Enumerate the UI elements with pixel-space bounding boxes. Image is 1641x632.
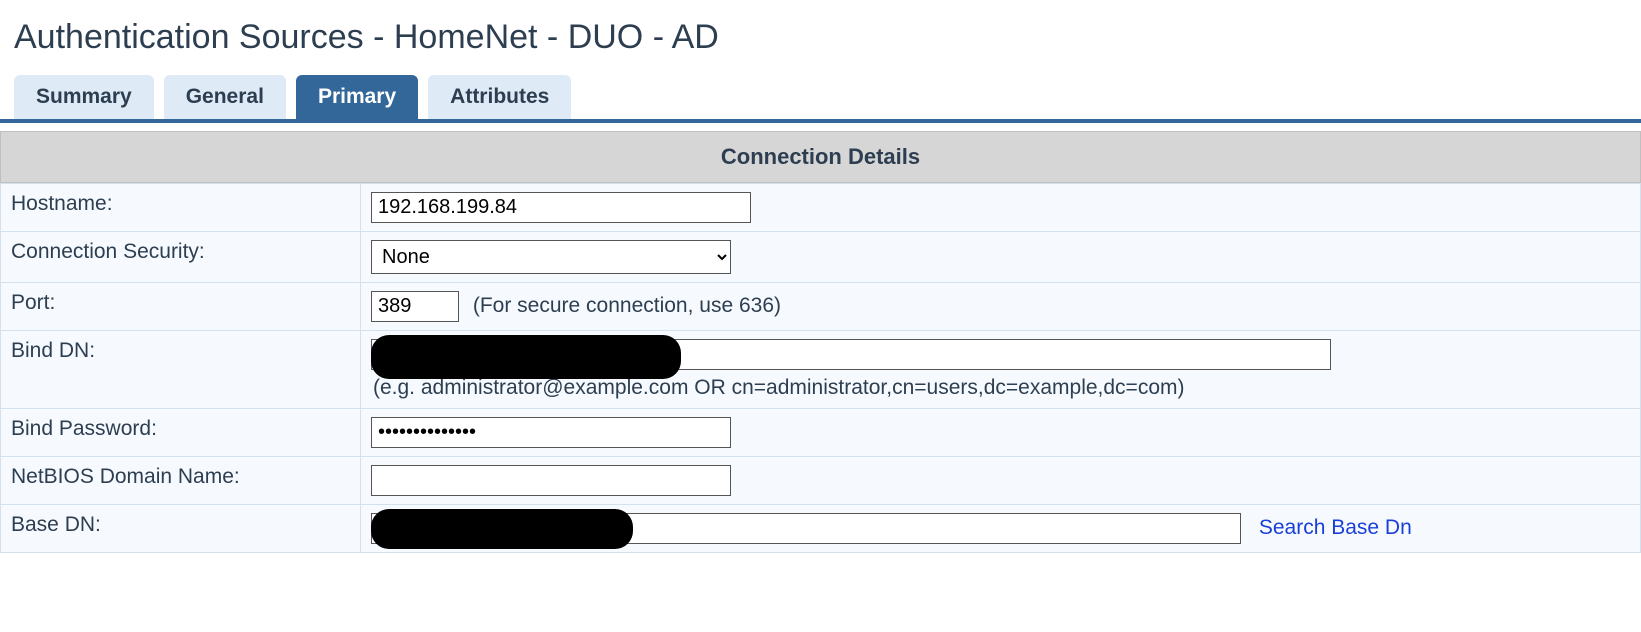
bind-dn-label: Bind DN: [1, 331, 361, 409]
redacted-bind-dn [371, 335, 681, 379]
base-dn-label: Base DN: [1, 505, 361, 553]
hostname-input[interactable] [371, 192, 751, 223]
tabs: Summary General Primary Attributes [0, 75, 1641, 123]
tab-general[interactable]: General [164, 75, 286, 119]
redacted-base-dn [371, 509, 633, 549]
section-header-connection-details: Connection Details [0, 131, 1641, 183]
connection-details-table: Hostname: Connection Security: None Port… [0, 183, 1641, 553]
tab-attributes[interactable]: Attributes [428, 75, 571, 119]
search-base-dn-link[interactable]: Search Base Dn [1259, 516, 1412, 539]
netbios-input[interactable] [371, 465, 731, 496]
netbios-label: NetBIOS Domain Name: [1, 457, 361, 505]
hostname-label: Hostname: [1, 184, 361, 232]
connection-security-select[interactable]: None [371, 240, 731, 274]
port-input[interactable] [371, 291, 459, 322]
bind-password-label: Bind Password: [1, 409, 361, 457]
tab-summary[interactable]: Summary [14, 75, 154, 119]
bind-password-input[interactable] [371, 417, 731, 448]
page-title: Authentication Sources - HomeNet - DUO -… [0, 0, 1641, 75]
port-label: Port: [1, 283, 361, 331]
port-hint: (For secure connection, use 636) [473, 294, 781, 317]
connection-security-label: Connection Security: [1, 232, 361, 283]
tab-primary[interactable]: Primary [296, 75, 418, 119]
bind-dn-help: (e.g. administrator@example.com OR cn=ad… [373, 376, 1630, 400]
